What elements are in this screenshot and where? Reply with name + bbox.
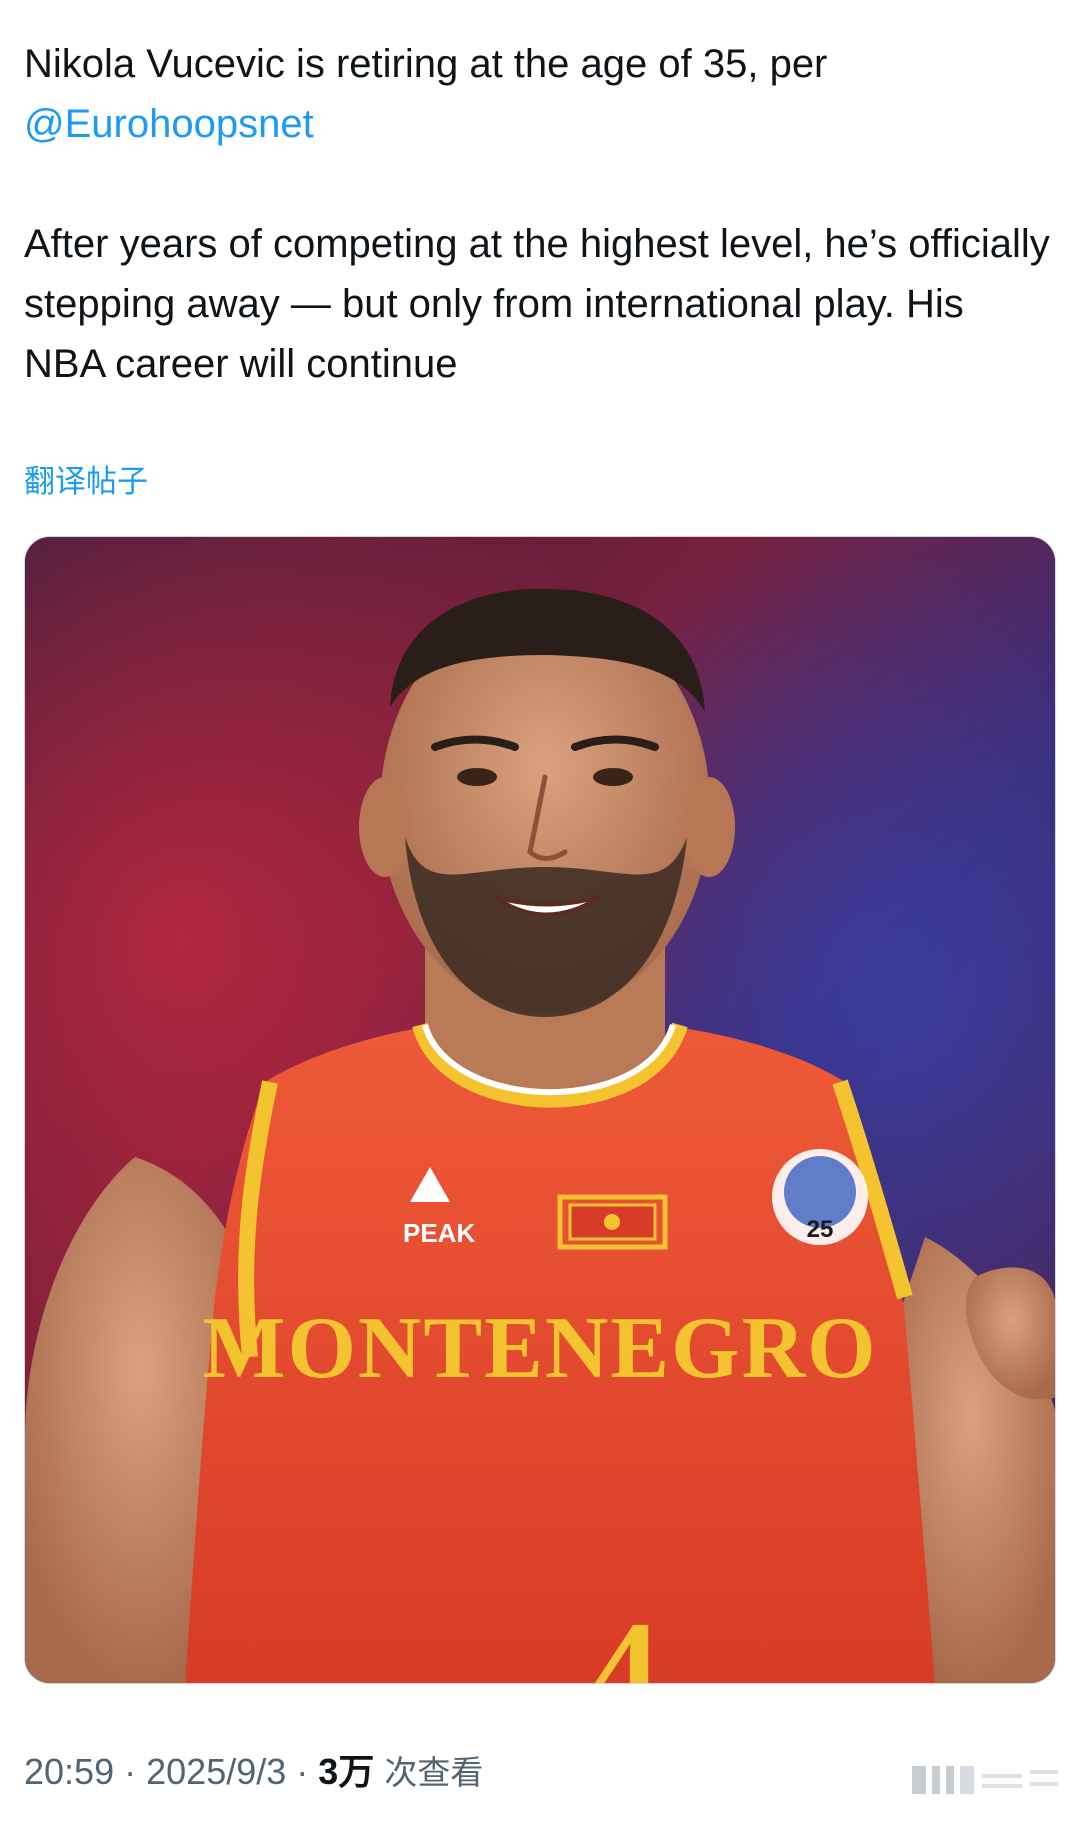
player-photo: PEAK 25 MONTENEGRO 4	[25, 537, 1055, 1684]
right-ear	[683, 777, 735, 877]
tweet-photo[interactable]: PEAK 25 MONTENEGRO 4	[24, 536, 1056, 1684]
post-date[interactable]: 2025/9/3	[146, 1751, 286, 1792]
tweet-paragraph-2: After years of competing at the highest …	[24, 222, 1050, 386]
jersey-brand: PEAK	[403, 1218, 475, 1248]
views-label: 次查看	[384, 1753, 484, 1792]
jersey-number: 4	[590, 1593, 660, 1684]
mention-link[interactable]: @Eurohoopsnet	[24, 102, 314, 146]
svg-text:25: 25	[807, 1216, 834, 1243]
tweet-body: Nikola Vucevic is retiring at the age of…	[24, 34, 1054, 394]
separator-1: ·	[124, 1751, 137, 1792]
separator-2: ·	[296, 1751, 309, 1792]
jersey-country: MONTENEGRO	[202, 1300, 877, 1397]
views-count: 3万	[318, 1751, 375, 1792]
watermark-icon	[912, 1766, 1058, 1794]
tweet-card: Nikola Vucevic is retiring at the age of…	[0, 0, 1080, 1843]
tweet-paragraph-1: Nikola Vucevic is retiring at the age of…	[24, 34, 1054, 154]
tweet-metadata: 20:59 · 2025/9/3 · 3万 次查看	[24, 1750, 483, 1795]
tweet-text-line-1: Nikola Vucevic is retiring at the age of…	[24, 42, 828, 86]
post-time[interactable]: 20:59	[24, 1751, 114, 1792]
translate-post-link[interactable]: 翻译帖子	[24, 462, 148, 502]
left-ear	[359, 777, 411, 877]
